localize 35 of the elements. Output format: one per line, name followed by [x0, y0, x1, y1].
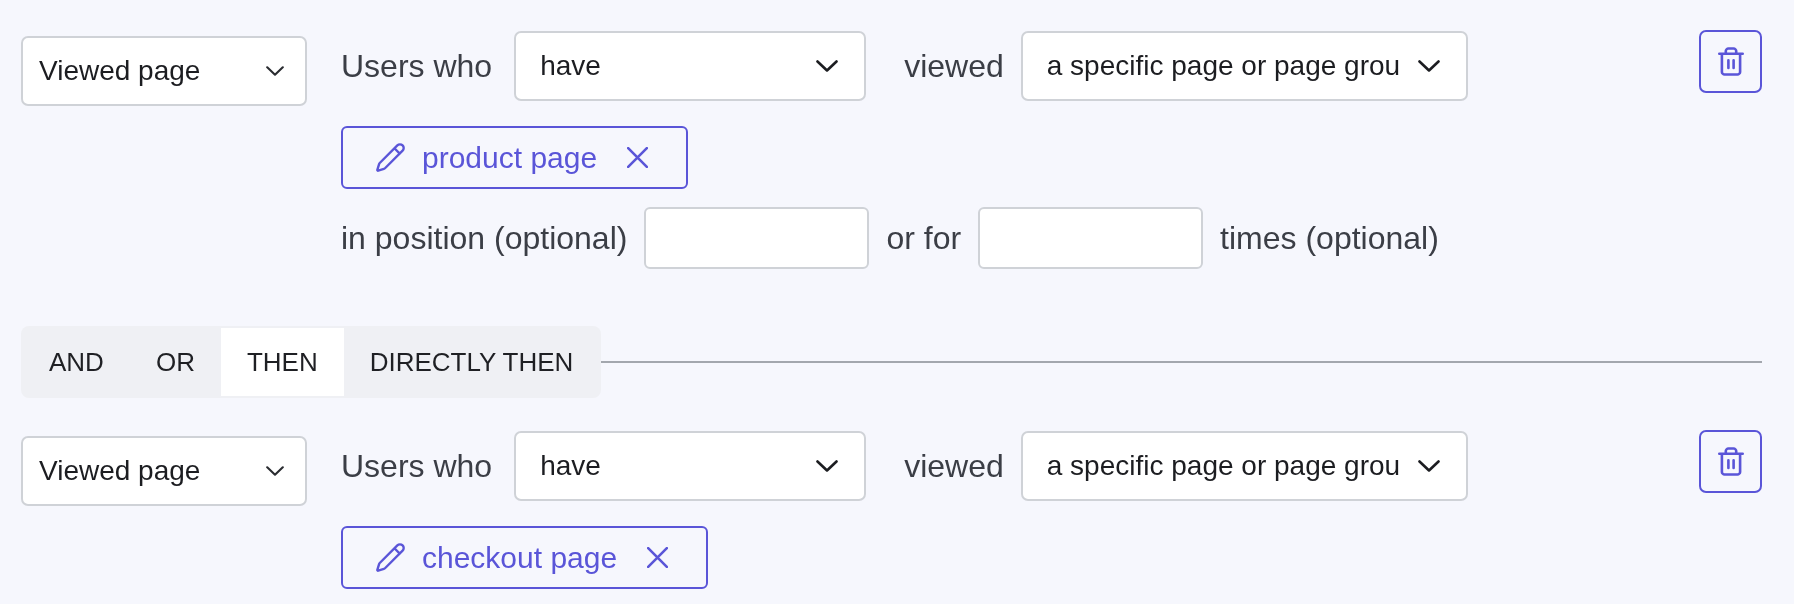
- field-label: viewed: [904, 447, 1004, 485]
- field-label: in position (optional): [341, 219, 628, 257]
- delete-button[interactable]: [1699, 30, 1762, 93]
- field-label: viewed: [904, 47, 1004, 85]
- chevron-down-icon: [1417, 60, 1440, 72]
- dropdown[interactable]: Viewed page: [21, 36, 307, 106]
- dropdown[interactable]: a specific page or page grou: [1020, 31, 1468, 101]
- field-label: or for: [886, 219, 962, 257]
- field-label: times (optional): [1220, 219, 1439, 257]
- page-chip[interactable]: checkout page: [341, 526, 709, 589]
- dropdown[interactable]: have: [514, 431, 867, 501]
- close-icon[interactable]: [627, 147, 649, 168]
- input-field[interactable]: [644, 207, 870, 269]
- field-label: Users who: [341, 47, 493, 85]
- pencil-icon: [376, 543, 405, 572]
- input-field[interactable]: [978, 207, 1204, 269]
- pencil-icon: [376, 143, 405, 172]
- chevron-down-icon: [266, 66, 284, 76]
- trash-icon: [1717, 447, 1744, 476]
- chevron-down-icon: [266, 466, 284, 476]
- delete-button[interactable]: [1699, 430, 1762, 493]
- tab[interactable]: DIRECTLY THEN: [343, 328, 600, 396]
- chevron-down-icon: [816, 460, 839, 472]
- dropdown[interactable]: Viewed page: [21, 436, 307, 506]
- field-label: Users who: [341, 447, 493, 485]
- chevron-down-icon: [1417, 460, 1440, 472]
- close-icon[interactable]: [647, 547, 669, 568]
- tab[interactable]: AND: [23, 328, 130, 396]
- dropdown[interactable]: a specific page or page grou: [1020, 431, 1468, 501]
- page-chip[interactable]: product page: [341, 126, 689, 189]
- dropdown[interactable]: have: [514, 31, 867, 101]
- chevron-down-icon: [816, 60, 839, 72]
- tab[interactable]: OR: [129, 328, 221, 396]
- trash-icon: [1717, 47, 1744, 76]
- tab[interactable]: THEN: [220, 328, 344, 396]
